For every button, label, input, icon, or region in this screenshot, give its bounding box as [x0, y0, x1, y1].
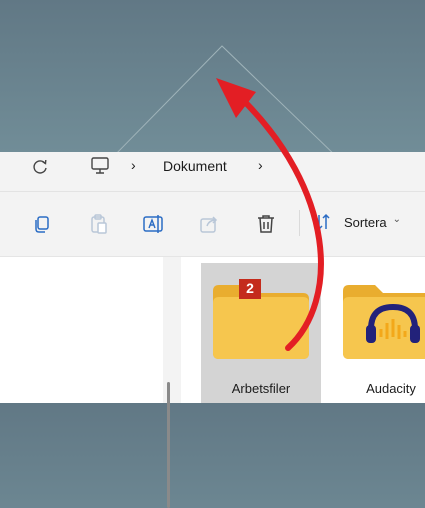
- red-arrow-annotation: [216, 78, 324, 351]
